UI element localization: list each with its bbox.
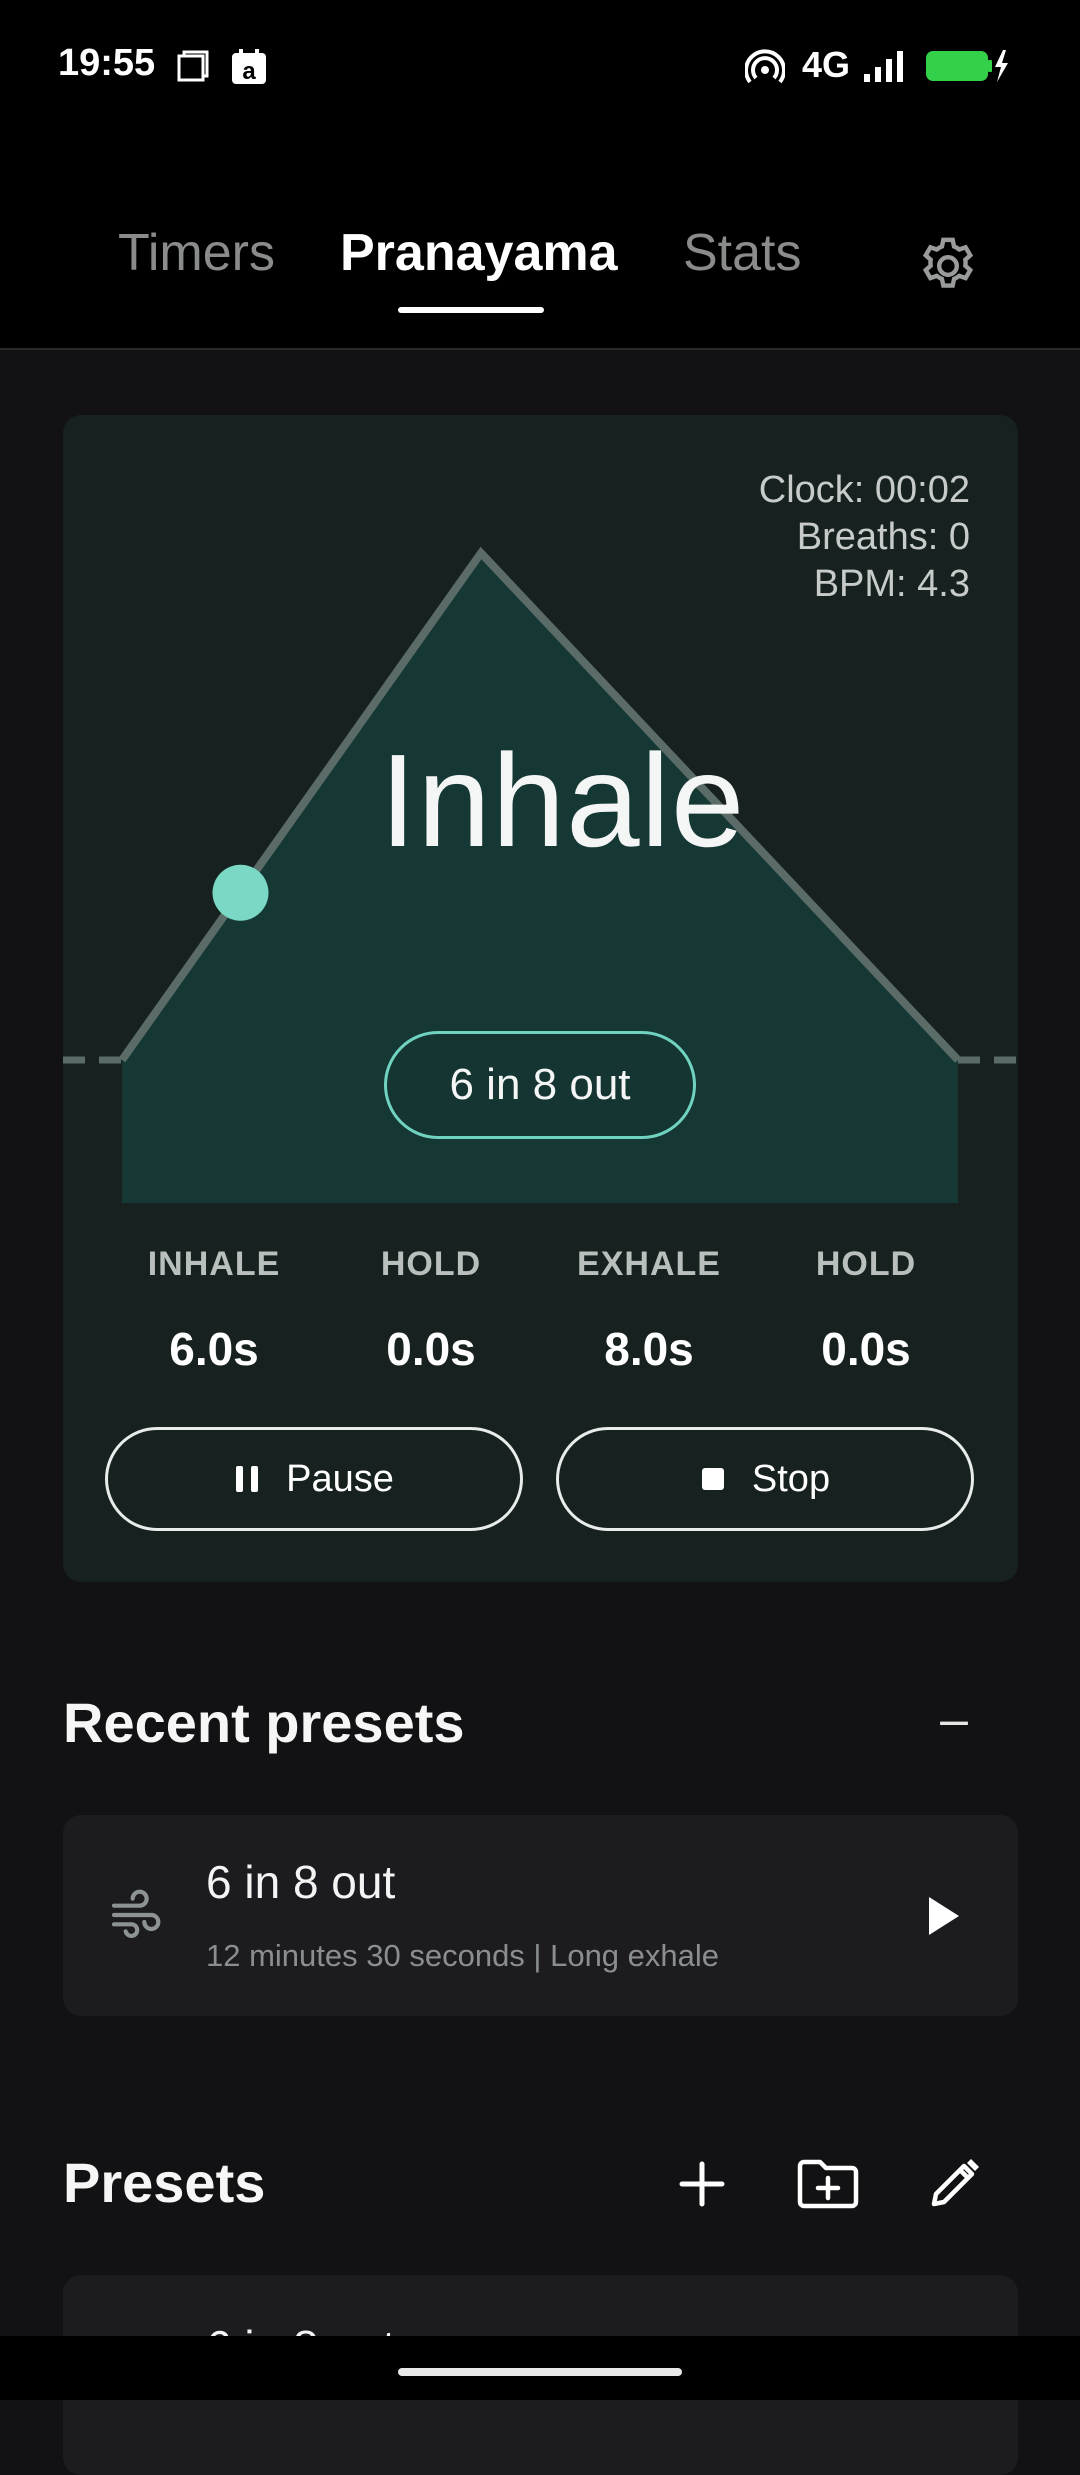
gear-icon[interactable] <box>915 233 981 299</box>
screenshot-notification-icon <box>177 50 209 82</box>
breathing-session-card: Clock: 00:02 Breaths: 0 BPM: 4.3 Inhale … <box>63 415 1018 1582</box>
network-type: 4G <box>802 44 851 85</box>
phase-name: INHALE <box>147 1245 281 1283</box>
phase-exhale: EXHALE 8.0s <box>549 1245 749 1376</box>
phase-duration: 6.0s <box>169 1323 259 1375</box>
add-folder-button[interactable] <box>792 2148 864 2220</box>
phase-duration: 8.0s <box>604 1323 694 1375</box>
stop-icon <box>701 1468 724 1490</box>
pencil-icon <box>931 2159 979 2207</box>
pause-button[interactable]: Pause <box>105 1427 523 1531</box>
amazon-notification-icon: a <box>232 49 266 85</box>
hotspot-icon <box>745 49 785 84</box>
phase-hold-in: HOLD 0.0s <box>331 1245 531 1376</box>
pause-icon <box>236 1466 259 1492</box>
tab-timers[interactable]: Timers <box>118 223 275 283</box>
home-gesture-handle[interactable] <box>398 2368 682 2376</box>
plus-icon <box>679 2161 725 2207</box>
phase-name: HOLD <box>815 1245 917 1283</box>
phase-hold-out: HOLD 0.0s <box>766 1245 966 1376</box>
phase-name: HOLD <box>380 1245 482 1283</box>
current-phase-label: Inhale <box>379 727 746 874</box>
clock-readout: Clock: 00:02 <box>758 469 970 511</box>
play-icon[interactable] <box>921 1893 965 1939</box>
pause-label: Pause <box>286 1457 394 1500</box>
status-time: 19:55 <box>58 42 156 84</box>
create-folder-icon <box>797 2159 859 2209</box>
edit-presets-button[interactable] <box>918 2148 990 2220</box>
recent-presets-title: Recent presets <box>63 1691 465 1754</box>
tab-pranayama[interactable]: Pranayama <box>340 223 618 283</box>
breaths-readout: Breaths: 0 <box>796 516 970 558</box>
status-bar: 19:55 a 4G <box>0 0 1080 135</box>
pattern-chip-label: 6 in 8 out <box>449 1060 631 1109</box>
tab-stats[interactable]: Stats <box>683 223 802 283</box>
add-preset-button[interactable] <box>666 2148 738 2220</box>
signal-icon <box>864 51 903 82</box>
presets-title: Presets <box>63 2151 266 2214</box>
pattern-chip[interactable]: 6 in 8 out <box>384 1031 696 1139</box>
phase-name: EXHALE <box>577 1245 721 1283</box>
wind-icon <box>111 1889 161 1938</box>
bpm-readout: BPM: 4.3 <box>813 563 970 605</box>
battery-charging-icon <box>926 50 1008 82</box>
phase-inhale: INHALE 6.0s <box>114 1245 314 1376</box>
recent-preset-subtitle: 12 minutes 30 seconds | Long exhale <box>206 1938 720 1973</box>
recent-preset-item[interactable]: 6 in 8 out 12 minutes 30 seconds | Long … <box>63 1815 1018 2016</box>
svg-text:a: a <box>242 58 256 85</box>
phase-duration: 0.0s <box>386 1323 476 1375</box>
session-stats: Clock: 00:02 Breaths: 0 BPM: 4.3 <box>759 467 970 608</box>
collapse-recent-button[interactable]: – <box>938 1690 970 1750</box>
stop-label: Stop <box>751 1457 831 1500</box>
phase-duration: 0.0s <box>821 1323 911 1375</box>
top-tab-bar: Timers Pranayama Stats <box>0 135 1080 350</box>
stop-button[interactable]: Stop <box>556 1427 974 1531</box>
recent-preset-name: 6 in 8 out <box>206 1856 396 1908</box>
active-tab-indicator <box>398 307 544 313</box>
